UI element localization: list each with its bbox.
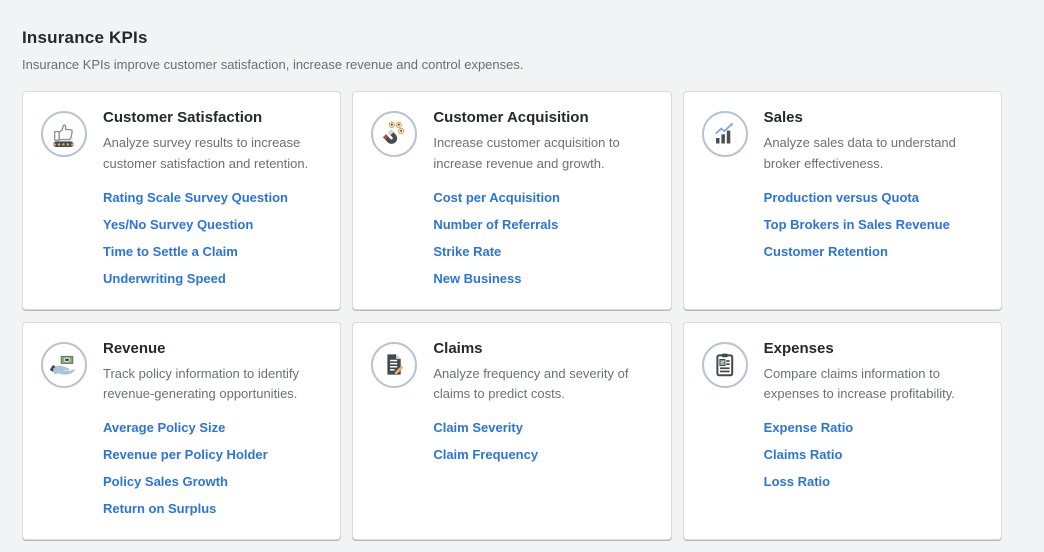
card-title: Customer Acquisition (433, 109, 654, 126)
card-title: Expenses (764, 340, 985, 357)
ledger-dollar-icon: $ (702, 342, 748, 388)
kpi-link-item: Loss Ratio (764, 473, 985, 491)
kpi-link-revenue-per-policy-holder[interactable]: Revenue per Policy Holder (103, 447, 268, 462)
card-body: Claims Analyze frequency and severity of… (433, 337, 654, 474)
kpi-link-customer-retention[interactable]: Customer Retention (764, 244, 888, 259)
kpi-link-item: Revenue per Policy Holder (103, 446, 324, 464)
kpi-link-time-to-settle-a-claim[interactable]: Time to Settle a Claim (103, 244, 238, 259)
card-title: Sales (764, 109, 985, 126)
card-body: Revenue Track policy information to iden… (103, 337, 324, 528)
page-title: Insurance KPIs (22, 28, 1002, 48)
kpi-link-item: Claim Severity (433, 419, 654, 437)
kpi-link-number-of-referrals[interactable]: Number of Referrals (433, 217, 558, 232)
card-customer-satisfaction: ★★★★★ Customer Satisfaction Analyze surv… (22, 91, 341, 310)
kpi-link-new-business[interactable]: New Business (433, 271, 521, 286)
kpi-link-item: Claim Frequency (433, 446, 654, 464)
kpi-link-item: Expense Ratio (764, 419, 985, 437)
kpi-link-strike-rate[interactable]: Strike Rate (433, 244, 501, 259)
document-pencil-icon (371, 342, 417, 388)
kpi-link-cost-per-acquisition[interactable]: Cost per Acquisition (433, 190, 560, 205)
kpi-link-item: Number of Referrals (433, 216, 654, 234)
card-expenses: $ Expenses Compare claims information to… (683, 322, 1002, 541)
kpi-link-claim-frequency[interactable]: Claim Frequency (433, 447, 538, 462)
card-sales: Sales Analyze sales data to understand b… (683, 91, 1002, 310)
kpi-link-average-policy-size[interactable]: Average Policy Size (103, 420, 225, 435)
kpi-link-item: Top Brokers in Sales Revenue (764, 216, 985, 234)
kpi-link-claims-ratio[interactable]: Claims Ratio (764, 447, 843, 462)
kpi-link-claim-severity[interactable]: Claim Severity (433, 420, 523, 435)
kpi-link-list: Claim Severity Claim Frequency (433, 419, 654, 464)
kpi-link-item: Strike Rate (433, 243, 654, 261)
kpi-link-item: Yes/No Survey Question (103, 216, 324, 234)
kpi-link-expense-ratio[interactable]: Expense Ratio (764, 420, 854, 435)
kpi-link-item: Time to Settle a Claim (103, 243, 324, 261)
card-claims: Claims Analyze frequency and severity of… (352, 322, 671, 541)
svg-text:★★★★★: ★★★★★ (53, 142, 76, 148)
kpi-link-loss-ratio[interactable]: Loss Ratio (764, 474, 830, 489)
card-title: Claims (433, 340, 654, 357)
kpi-link-item: Return on Surplus (103, 500, 324, 518)
card-title: Revenue (103, 340, 324, 357)
hand-money-icon (41, 342, 87, 388)
card-description: Analyze survey results to increase custo… (103, 133, 324, 175)
card-title: Customer Satisfaction (103, 109, 324, 126)
kpi-link-underwriting-speed[interactable]: Underwriting Speed (103, 271, 226, 286)
card-description: Increase customer acquisition to increas… (433, 133, 654, 175)
kpi-link-list: Rating Scale Survey Question Yes/No Surve… (103, 189, 324, 288)
kpi-link-item: Underwriting Speed (103, 270, 324, 288)
card-body: Customer Satisfaction Analyze survey res… (103, 106, 324, 297)
insurance-kpis-page: Insurance KPIs Insurance KPIs improve cu… (0, 0, 1044, 540)
card-revenue: Revenue Track policy information to iden… (22, 322, 341, 541)
card-description: Analyze frequency and severity of claims… (433, 364, 654, 406)
kpi-link-list: Cost per Acquisition Number of Referrals S… (433, 189, 654, 288)
kpi-link-policy-sales-growth[interactable]: Policy Sales Growth (103, 474, 228, 489)
kpi-link-item: Policy Sales Growth (103, 473, 324, 491)
kpi-link-list: Production versus Quota Top Brokers in Sa… (764, 189, 985, 261)
card-body: Sales Analyze sales data to understand b… (764, 106, 985, 270)
card-body: Customer Acquisition Increase customer a… (433, 106, 654, 297)
card-description: Compare claims information to expenses t… (764, 364, 985, 406)
kpi-link-production-versus-quota[interactable]: Production versus Quota (764, 190, 919, 205)
card-body: Expenses Compare claims information to e… (764, 337, 985, 501)
page-subtitle: Insurance KPIs improve customer satisfac… (22, 57, 1002, 72)
kpi-link-item: Claims Ratio (764, 446, 985, 464)
kpi-link-item: Customer Retention (764, 243, 985, 261)
card-description: Track policy information to identify rev… (103, 364, 324, 406)
kpi-link-top-brokers-in-sales-revenue[interactable]: Top Brokers in Sales Revenue (764, 217, 950, 232)
kpi-link-return-on-surplus[interactable]: Return on Surplus (103, 501, 216, 516)
magnet-icon (371, 111, 417, 157)
thumbs-up-rating-icon: ★★★★★ (41, 111, 87, 157)
kpi-link-list: Expense Ratio Claims Ratio Loss Ratio (764, 419, 985, 491)
svg-text:$: $ (720, 359, 724, 366)
kpi-link-yes-no-survey-question[interactable]: Yes/No Survey Question (103, 217, 253, 232)
kpi-link-item: Production versus Quota (764, 189, 985, 207)
kpi-link-item: Rating Scale Survey Question (103, 189, 324, 207)
kpi-card-grid: ★★★★★ Customer Satisfaction Analyze surv… (22, 91, 1002, 540)
card-description: Analyze sales data to understand broker … (764, 133, 985, 175)
kpi-link-item: Cost per Acquisition (433, 189, 654, 207)
kpi-link-list: Average Policy Size Revenue per Policy Ho… (103, 419, 324, 518)
card-customer-acquisition: Customer Acquisition Increase customer a… (352, 91, 671, 310)
kpi-link-item: Average Policy Size (103, 419, 324, 437)
bar-chart-growth-icon (702, 111, 748, 157)
kpi-link-rating-scale-survey-question[interactable]: Rating Scale Survey Question (103, 190, 288, 205)
kpi-link-item: New Business (433, 270, 654, 288)
